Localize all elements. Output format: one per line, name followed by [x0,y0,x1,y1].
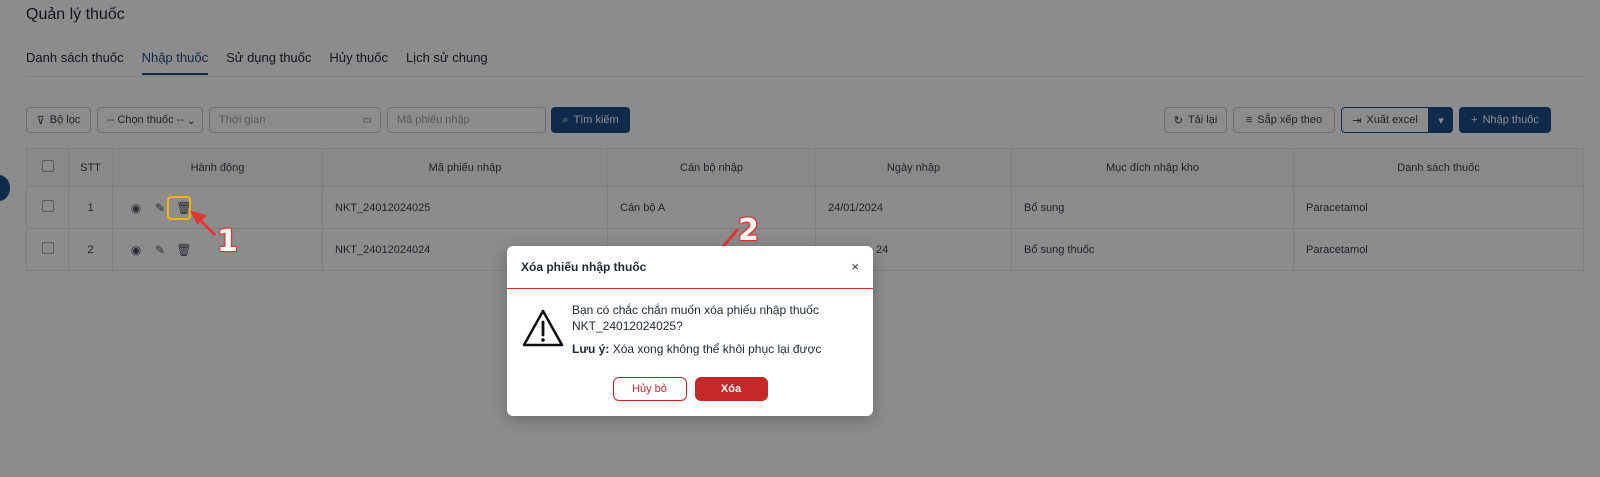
confirm-delete-button[interactable]: Xóa [694,377,768,401]
close-icon[interactable]: × [851,259,859,274]
note-label: Lưu ý: [572,342,610,356]
annotation-marker-2: 2 [738,213,759,248]
note-text: Xóa xong không thể khôi phục lại được [609,342,822,356]
cancel-button[interactable]: Hủy bỏ [612,377,687,401]
delete-confirm-modal: Xóa phiếu nhập thuốc × Bạn có chắc chắn … [507,246,873,416]
modal-note: Lưu ý: Xóa xong không thể khôi phục lại … [572,342,821,356]
warning-icon [522,309,564,347]
modal-footer: Hủy bỏ Xóa [507,377,873,401]
modal-title: Xóa phiếu nhập thuốc [521,260,647,274]
modal-message: Bạn có chắc chắn muốn xóa phiếu nhập thu… [572,303,819,333]
annotation-marker-1: 1 [217,224,238,259]
delete-icon-highlight [167,196,191,220]
modal-header: Xóa phiếu nhập thuốc [507,246,873,289]
